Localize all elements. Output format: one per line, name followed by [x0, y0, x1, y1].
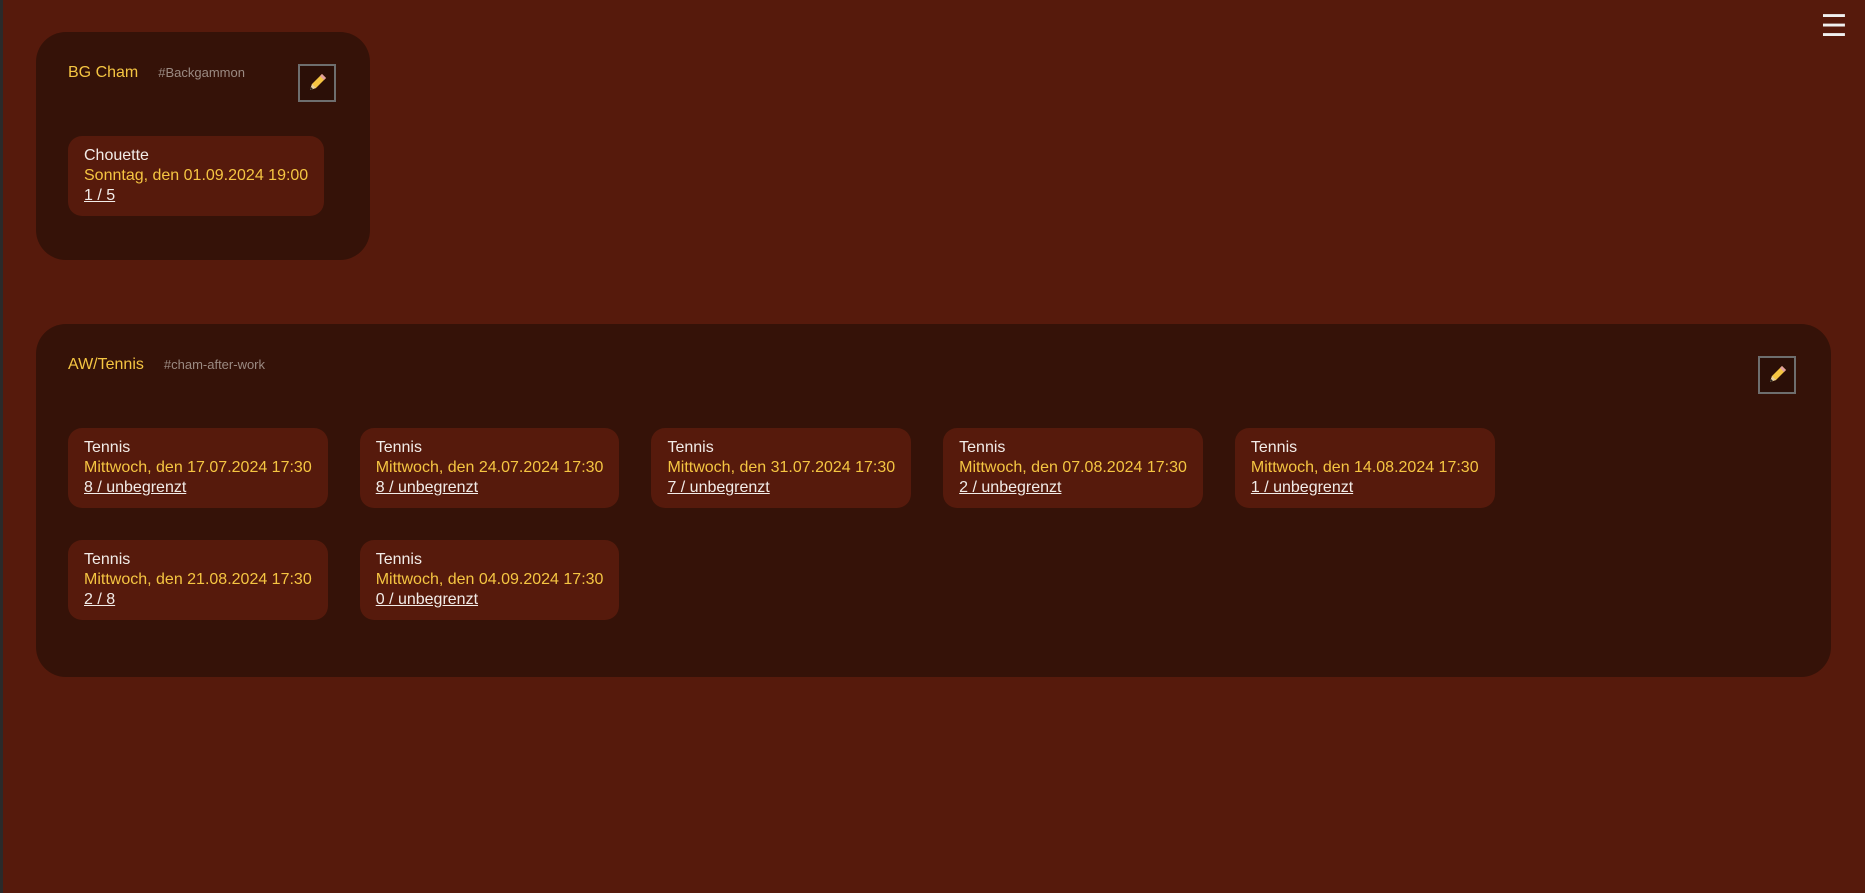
pencil-icon	[1770, 366, 1786, 382]
event-date: Mittwoch, den 21.08.2024 17:30	[84, 571, 312, 588]
event-name: Tennis	[959, 439, 1006, 456]
event-card[interactable]: Tennis Mittwoch, den 14.08.2024 17:30 1 …	[1234, 428, 1495, 508]
event-date: Mittwoch, den 31.07.2024 17:30	[667, 459, 896, 476]
group-tag: #Backgammon	[158, 65, 245, 80]
event-name: Tennis	[667, 439, 714, 456]
event-card[interactable]: Tennis Mittwoch, den 17.07.2024 17:30 8 …	[68, 428, 328, 508]
event-participants-link[interactable]: 8 / unbegrenzt	[84, 478, 186, 498]
event-card[interactable]: Tennis Mittwoch, den 24.07.2024 17:30 8 …	[359, 428, 620, 508]
event-name: Tennis	[84, 439, 131, 456]
event-list: Chouette Sonntag, den 01.09.2024 19:00 1…	[68, 136, 348, 216]
group-card-bg-cham: BG Cham #Backgammon Chouette Sonntag, de…	[36, 32, 370, 260]
event-list: Tennis Mittwoch, den 17.07.2024 17:30 8 …	[68, 428, 1668, 620]
event-date: Sonntag, den 01.09.2024 19:00	[84, 167, 309, 184]
edit-group-button[interactable]	[298, 64, 336, 102]
event-name: Tennis	[84, 551, 131, 568]
event-date: Mittwoch, den 04.09.2024 17:30	[375, 571, 604, 588]
group-tag: #cham-after-work	[163, 357, 266, 372]
event-name: Tennis	[1250, 439, 1298, 456]
group-card-aw-tennis: AW/Tennis #cham-after-work Tennis Mittwo…	[36, 324, 1831, 677]
event-card[interactable]: Tennis Mittwoch, den 04.09.2024 17:30 0 …	[359, 540, 620, 620]
event-card[interactable]: Tennis Mittwoch, den 21.08.2024 17:30 2 …	[68, 540, 328, 620]
event-date: Mittwoch, den 17.07.2024 17:30	[84, 459, 312, 476]
group-header: BG Cham #Backgammon	[68, 64, 245, 82]
event-card[interactable]: Tennis Mittwoch, den 07.08.2024 17:30 2 …	[943, 428, 1203, 508]
event-participants-link[interactable]: 0 / unbegrenzt	[376, 590, 478, 610]
event-name: Tennis	[375, 551, 422, 568]
group-title[interactable]: AW/Tennis	[68, 356, 144, 374]
pencil-icon	[310, 74, 326, 90]
event-participants-link[interactable]: 1 / unbegrenzt	[1251, 478, 1353, 498]
event-participants-link[interactable]: 7 / unbegrenzt	[667, 478, 769, 498]
event-date: Mittwoch, den 24.07.2024 17:30	[375, 459, 604, 476]
event-participants-link[interactable]: 1 / 5	[84, 186, 115, 206]
edit-group-button[interactable]	[1758, 356, 1796, 394]
event-date: Mittwoch, den 07.08.2024 17:30	[959, 459, 1187, 476]
event-name: Chouette	[84, 147, 149, 164]
event-card[interactable]: Tennis Mittwoch, den 31.07.2024 17:30 7 …	[651, 428, 912, 508]
event-participants-link[interactable]: 8 / unbegrenzt	[376, 478, 478, 498]
event-date: Mittwoch, den 14.08.2024 17:30	[1250, 459, 1479, 476]
event-name: Tennis	[375, 439, 422, 456]
hamburger-menu-icon: ☰	[1820, 9, 1848, 44]
group-title[interactable]: BG Cham	[68, 64, 138, 82]
event-participants-link[interactable]: 2 / unbegrenzt	[959, 478, 1061, 498]
menu-button[interactable]: ☰	[1817, 10, 1851, 44]
group-header: AW/Tennis #cham-after-work	[68, 356, 265, 374]
event-participants-link[interactable]: 2 / 8	[84, 590, 115, 610]
event-card[interactable]: Chouette Sonntag, den 01.09.2024 19:00 1…	[68, 136, 325, 216]
